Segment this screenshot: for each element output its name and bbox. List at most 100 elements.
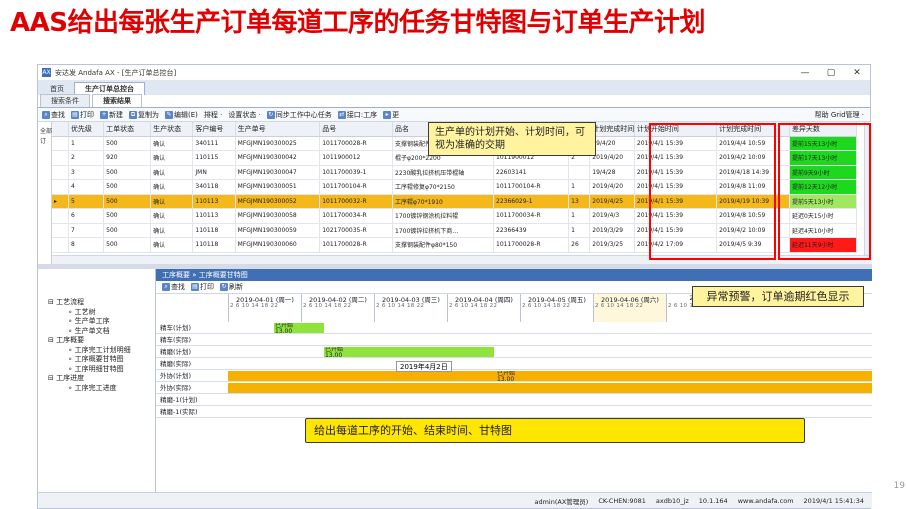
table-cell: 确认: [150, 179, 194, 195]
gantt-day-label: 2019-04-06 (周六): [601, 296, 659, 304]
status-ip: 10.1.164: [698, 496, 728, 505]
table-cell: [52, 165, 69, 180]
gantt-row: 精磨-1(实际): [156, 406, 872, 418]
table-cell: 1011700032-R: [319, 194, 394, 209]
tree-item[interactable]: ⊟ 工序进度: [48, 373, 84, 383]
table-cell: 500: [103, 194, 152, 209]
tree-node-all[interactable]: 全部: [40, 126, 52, 135]
plan-time-highlight: [649, 123, 776, 260]
table-cell: 确认: [150, 194, 194, 209]
refresh-icon: ↻: [220, 283, 228, 291]
gantt-bar[interactable]: 已开始 13.00: [324, 347, 494, 357]
tree-item[interactable]: ∘ 工序概要甘特图: [68, 354, 124, 364]
table-cell: MFGJMN190300052: [235, 194, 321, 209]
tree-item[interactable]: ∘ 生产单文档: [68, 326, 110, 336]
maximize-button[interactable]: ▢: [818, 68, 844, 78]
more-button[interactable]: ▸ 更: [383, 110, 399, 120]
sync-tasks-button[interactable]: ↻ 同步工作中心任务: [266, 110, 332, 120]
tab-search-results[interactable]: 搜索结果: [92, 94, 142, 107]
status-user: admin(AX管理员): [534, 497, 589, 506]
table-cell: 19/4/28: [589, 165, 635, 180]
table-cell: 110118: [192, 223, 236, 238]
col-header[interactable]: 生产单号: [235, 122, 321, 137]
status-db: axdb10_jz: [655, 496, 689, 505]
table-cell: 340111: [192, 136, 236, 151]
status-server: CK-CHEN:9081: [598, 496, 646, 505]
table-cell: 22366029-1: [493, 194, 570, 209]
table-cell: 1700镀锌拉挤机下商…: [392, 223, 495, 238]
col-header[interactable]: 客户编号: [192, 122, 236, 137]
table-cell: 500: [103, 179, 152, 195]
table-cell: [52, 223, 69, 238]
node-icon: ∘: [68, 317, 75, 325]
gantt-row: 精磨-1(计划): [156, 394, 872, 406]
col-header[interactable]: 优先级: [68, 122, 105, 137]
minimize-button[interactable]: —: [792, 68, 818, 78]
gantt-print-button[interactable]: ▤ 打印: [191, 282, 214, 292]
window-title: 安达发 Andafa AX - [生产订单总控台]: [55, 68, 177, 77]
gantt-find-button[interactable]: ⌕ 查找: [162, 282, 185, 292]
table-cell: 22366439: [493, 223, 570, 238]
gantt-bar[interactable]: 已开始 13.00: [274, 323, 324, 333]
table-cell: 4: [68, 179, 105, 195]
interface-process-button[interactable]: ⇄ 接口:工序: [337, 110, 377, 120]
new-button[interactable]: + 新建: [100, 110, 123, 120]
app-logo-icon: AX: [42, 68, 51, 77]
tree-node-order[interactable]: 订: [40, 136, 46, 145]
tree-item[interactable]: ∘ 生产单工序: [68, 316, 110, 326]
tree-item[interactable]: ⊟ 工艺流程: [48, 297, 84, 307]
print-icon: ▤: [71, 110, 79, 119]
tree-item[interactable]: ∘ 工序完工进度: [68, 383, 117, 393]
table-cell: [568, 165, 591, 180]
main-toolbar: ⌕ 查找 ▤ 打印 + 新建 ⧉ 复制为 ✎ 编辑(E) 排程 · 设置状态 · ↻ 同步工…: [38, 108, 870, 122]
close-button[interactable]: ✕: [844, 68, 870, 78]
gantt-row: 精磨(实际): [156, 358, 872, 370]
tree-item[interactable]: ∘ 工序明细甘特图: [68, 364, 124, 374]
gantt-row: 精车(计划): [156, 322, 872, 334]
table-cell: 2019/3/29: [589, 223, 635, 238]
col-header[interactable]: [52, 122, 69, 137]
tree-item[interactable]: ∘ 工艺树: [68, 307, 96, 317]
page-number: 19: [893, 481, 905, 491]
node-icon: ∘: [68, 355, 75, 363]
col-header[interactable]: 生产状态: [150, 122, 194, 137]
table-cell: [52, 136, 69, 151]
table-cell: 1: [68, 136, 105, 151]
node-icon: ∘: [68, 383, 75, 392]
col-header[interactable]: 计划完成时间: [589, 122, 635, 137]
table-cell: 1011700104-R: [493, 179, 570, 195]
schedule-menu[interactable]: 排程 ·: [204, 110, 222, 120]
table-cell: 8: [68, 237, 105, 253]
gantt-hours-label: 2 6 10 14 18 22: [595, 303, 644, 309]
table-cell: 1011900012: [319, 150, 394, 166]
table-cell: 7: [68, 223, 105, 238]
edit-button[interactable]: ✎ 编辑(E): [165, 110, 198, 120]
print-button[interactable]: ▤ 打印: [71, 110, 94, 120]
table-cell: 1011700028-R: [493, 237, 570, 253]
node-icon: ∘: [68, 364, 75, 373]
tree-item[interactable]: ∘ 工序完工计划明细: [68, 345, 131, 355]
col-header[interactable]: 品号: [319, 122, 394, 137]
set-status-menu[interactable]: 设置状态 ·: [228, 110, 260, 120]
node-icon: ∘: [68, 326, 75, 335]
table-cell: 110113: [192, 208, 236, 224]
col-header[interactable]: 工单状态: [103, 122, 152, 137]
gantt-refresh-button[interactable]: ↻ 刷新: [220, 282, 243, 292]
find-button[interactable]: ⌕ 查找: [42, 110, 65, 120]
help-grid-menu[interactable]: 帮助 Grid管理 ·: [815, 110, 870, 120]
table-cell: 1011700034-R: [319, 208, 394, 224]
table-cell: 1: [568, 208, 591, 224]
table-cell: 确认: [150, 237, 194, 253]
gantt-day-label: 2019-04-01 (周一): [236, 296, 294, 304]
gantt-row-label: 外协(实际): [160, 384, 192, 392]
tab-search-criteria[interactable]: 搜索条件: [40, 94, 90, 107]
gantt-bar[interactable]: 已开始 13.00: [228, 371, 872, 381]
print-icon: ▤: [191, 283, 199, 291]
tree-item[interactable]: ⊟ 工序概要: [48, 335, 84, 345]
copy-as-button[interactable]: ⧉ 复制为: [129, 110, 159, 120]
table-cell: [52, 208, 69, 224]
folder-icon: ⊟: [48, 336, 57, 344]
table-cell: 2019/4/20: [589, 179, 635, 195]
gantt-bar[interactable]: [228, 383, 872, 393]
status-time: 2019/4/1 15:41:34: [803, 496, 864, 505]
